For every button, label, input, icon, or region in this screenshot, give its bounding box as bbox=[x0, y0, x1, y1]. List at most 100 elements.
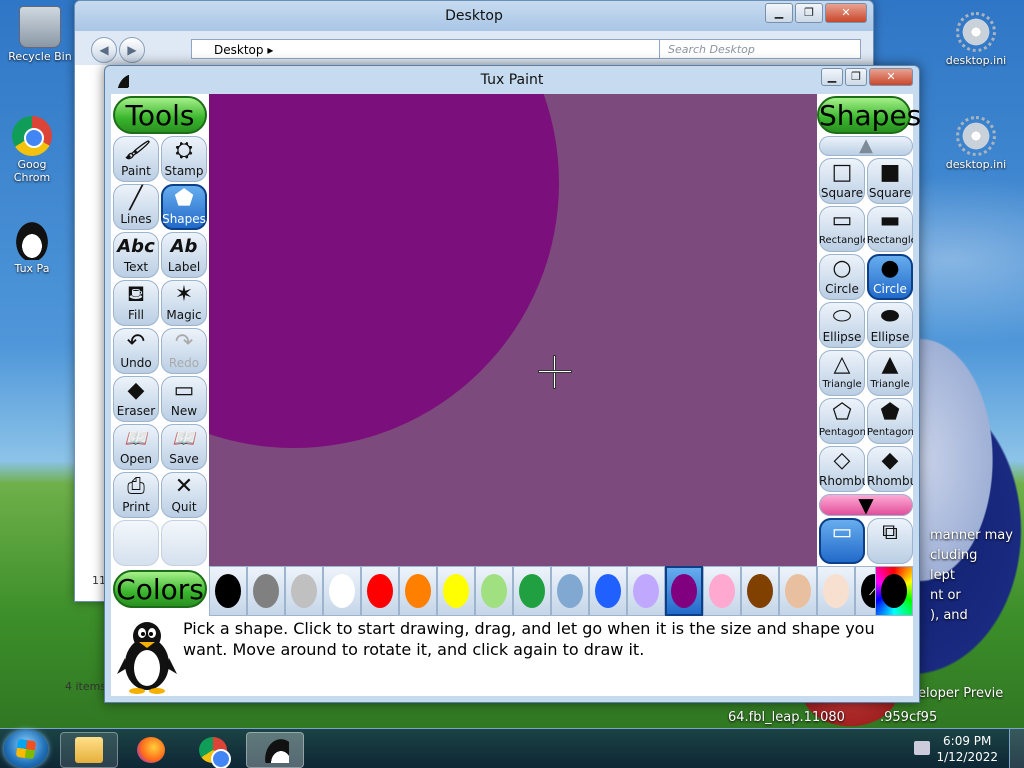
search-input[interactable]: Search Desktop bbox=[659, 39, 861, 59]
color-swatch[interactable] bbox=[703, 566, 741, 616]
color-dot-icon bbox=[367, 574, 393, 608]
rhombus-outline-icon: ◇ bbox=[833, 448, 851, 473]
taskbar-firefox[interactable] bbox=[122, 732, 180, 768]
shape-ellipse-button[interactable]: ⬬ Ellipse bbox=[867, 302, 913, 348]
tool-lines-button[interactable]: ╱ Lines bbox=[113, 184, 159, 230]
back-button[interactable]: ◀ bbox=[91, 37, 117, 63]
tool-open-button[interactable]: 📖 Open bbox=[113, 424, 159, 470]
desktop-icon-recycle-bin[interactable]: Recycle Bin bbox=[4, 6, 76, 63]
tool-undo-button[interactable]: ↶ Undo bbox=[113, 328, 159, 374]
color-dot-icon bbox=[709, 574, 735, 608]
tool-shapes-button[interactable]: ⬟ Shapes bbox=[161, 184, 207, 230]
color-swatch[interactable] bbox=[665, 566, 703, 616]
close-button[interactable]: ✕ bbox=[825, 3, 867, 23]
color-swatch[interactable] bbox=[437, 566, 475, 616]
tool-label-button[interactable]: Ab Label bbox=[161, 232, 207, 278]
tool-text-button[interactable]: Abc Text bbox=[113, 232, 159, 278]
clock[interactable]: 6:09 PM 1/12/2022 bbox=[936, 733, 998, 765]
redo-icon: ↷ bbox=[174, 330, 194, 355]
printer-icon: ⎙ bbox=[127, 474, 145, 499]
color-dot-icon bbox=[747, 574, 773, 608]
color-swatch[interactable] bbox=[513, 566, 551, 616]
close-button[interactable]: ✕ bbox=[869, 68, 913, 86]
shape-circle-button[interactable]: ○ Circle bbox=[819, 254, 865, 300]
tuxpaint-titlebar[interactable]: Tux Paint ▁ ❐ ✕ bbox=[105, 66, 919, 94]
tool-new-button[interactable]: ▭ New bbox=[161, 376, 207, 422]
tux-paint-icon bbox=[261, 737, 289, 763]
color-swatch[interactable] bbox=[323, 566, 361, 616]
explorer-titlebar[interactable]: Desktop ▁ ❐ ✕ bbox=[75, 1, 873, 31]
color-swatch[interactable] bbox=[247, 566, 285, 616]
network-icon[interactable] bbox=[914, 741, 930, 755]
tool-eraser-button[interactable]: ◆ Eraser bbox=[113, 376, 159, 422]
color-swatch[interactable] bbox=[361, 566, 399, 616]
ellipse-outline-icon: ⬭ bbox=[832, 304, 852, 329]
empty-tool-slot bbox=[161, 520, 207, 566]
color-swatch[interactable] bbox=[209, 566, 247, 616]
color-swatch[interactable] bbox=[475, 566, 513, 616]
tool-stamp-button[interactable]: ⛭ Stamp bbox=[161, 136, 207, 182]
color-swatch[interactable] bbox=[399, 566, 437, 616]
address-bar[interactable]: Desktop ▸ bbox=[191, 39, 691, 59]
shape-circle-button[interactable]: ● Circle bbox=[867, 254, 913, 300]
taskbar-chrome[interactable] bbox=[184, 732, 242, 768]
taskbar-tux-paint[interactable] bbox=[246, 732, 304, 768]
forward-button[interactable]: ▶ bbox=[119, 37, 145, 63]
open-book-icon: 📖 bbox=[124, 428, 148, 449]
clock-date: 1/12/2022 bbox=[936, 750, 998, 764]
maximize-button[interactable]: ❐ bbox=[845, 68, 867, 86]
shape-pentagon-button[interactable]: ⬟ Pentagon bbox=[867, 398, 913, 444]
color-swatch[interactable] bbox=[627, 566, 665, 616]
desktop-icon-tux[interactable]: Tux Pa bbox=[0, 220, 64, 275]
shape-rhombus-button[interactable]: ◇Rhombus bbox=[819, 446, 865, 492]
rainbow-color-button[interactable] bbox=[875, 566, 913, 616]
minimize-button[interactable]: ▁ bbox=[821, 68, 843, 86]
shapes-scroll-down-button[interactable]: ▼ bbox=[819, 494, 913, 516]
tool-magic-button[interactable]: ✶ Magic bbox=[161, 280, 207, 326]
desktop-icon-desktop-ini[interactable]: desktop.ini bbox=[940, 116, 1012, 171]
desktop-icon-desktop-ini[interactable]: desktop.ini bbox=[940, 12, 1012, 67]
shape-rectangle-button[interactable]: ▭ Rectangle bbox=[819, 206, 865, 252]
color-swatch[interactable] bbox=[551, 566, 589, 616]
taskbar: 6:09 PM 1/12/2022 bbox=[0, 728, 1024, 768]
color-dot-icon bbox=[443, 574, 469, 608]
shape-ellipse-button[interactable]: ⬭ Ellipse bbox=[819, 302, 865, 348]
color-swatch[interactable] bbox=[589, 566, 627, 616]
minimize-button[interactable]: ▁ bbox=[765, 3, 793, 23]
shapes-scroll-up-button[interactable]: ▲ bbox=[819, 136, 913, 156]
shape-rhombus-button[interactable]: ◆Rhombus bbox=[867, 446, 913, 492]
color-swatch[interactable] bbox=[285, 566, 323, 616]
show-desktop-button[interactable] bbox=[1009, 729, 1024, 768]
desktop-icon-chrome[interactable]: Goog Chrom bbox=[0, 116, 64, 184]
color-swatch[interactable] bbox=[817, 566, 855, 616]
color-swatch[interactable] bbox=[741, 566, 779, 616]
maximize-button[interactable]: ❐ bbox=[795, 3, 823, 23]
tool-paint-button[interactable]: 🖌 Paint bbox=[113, 136, 159, 182]
shape-fill-mode-button[interactable]: ▭ bbox=[819, 518, 865, 564]
arrow-up-icon: ▲ bbox=[859, 135, 873, 156]
tool-label: Eraser bbox=[116, 404, 156, 418]
paintbrush-icon: 🖌 bbox=[124, 140, 148, 161]
tool-print-button[interactable]: ⎙ Print bbox=[113, 472, 159, 518]
tool-quit-button[interactable]: ✕ Quit bbox=[161, 472, 207, 518]
shape-square-button[interactable]: □ Square bbox=[819, 158, 865, 204]
start-button[interactable] bbox=[4, 730, 48, 768]
tool-redo-button[interactable]: ↷ Redo bbox=[161, 328, 207, 374]
taskbar-file-explorer[interactable] bbox=[60, 732, 118, 768]
tool-label: Text bbox=[123, 260, 149, 274]
desktop-icon-label: Goog Chrom bbox=[13, 158, 51, 184]
new-page-icon: ▭ bbox=[173, 378, 195, 403]
tool-label: Print bbox=[122, 500, 150, 514]
shape-pentagon-button[interactable]: ⬠ Pentagon bbox=[819, 398, 865, 444]
drawing-canvas[interactable] bbox=[209, 94, 817, 566]
tool-fill-button[interactable]: ⛾ Fill bbox=[113, 280, 159, 326]
tool-save-button[interactable]: 📖 Save bbox=[161, 424, 207, 470]
shape-square-button[interactable]: ■ Square bbox=[867, 158, 913, 204]
pentagon-outline-icon: ⬠ bbox=[832, 400, 852, 425]
shape-rectangle-button[interactable]: ▬ Rectangle bbox=[867, 206, 913, 252]
shape-triangle-button[interactable]: △ Triangle bbox=[819, 350, 865, 396]
color-swatch[interactable] bbox=[779, 566, 817, 616]
color-dot-icon bbox=[481, 574, 507, 608]
shape-triangle-button[interactable]: ▲ Triangle bbox=[867, 350, 913, 396]
shape-outline-mode-button[interactable]: ⧉ bbox=[867, 518, 913, 564]
